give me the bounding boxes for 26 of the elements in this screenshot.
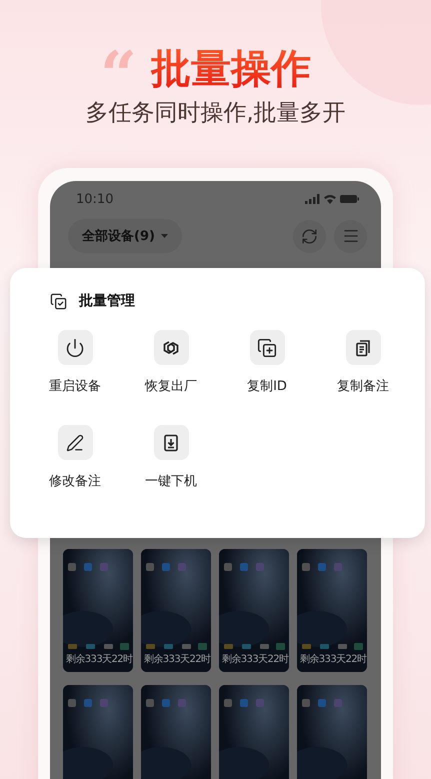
quote-mark: “ — [100, 44, 137, 84]
power-icon — [65, 338, 85, 358]
action-button[interactable]: 修改备注 — [27, 425, 123, 490]
download-icon — [161, 432, 181, 452]
action-button[interactable]: 一键下机 — [123, 425, 219, 490]
documents-icon — [353, 338, 373, 358]
pen-icon — [66, 434, 84, 452]
action-button[interactable]: 重启设备 — [27, 330, 123, 395]
remaining-time: 剩余333天22时 — [66, 652, 132, 666]
action-button[interactable]: 恢复出厂 — [123, 330, 219, 395]
refresh-icon — [301, 228, 318, 244]
batch-select-icon — [50, 292, 67, 310]
status-time: 10:10 — [76, 192, 114, 206]
action-button[interactable]: 复制ID — [219, 330, 315, 395]
refresh-button[interactable] — [293, 220, 326, 252]
status-icons — [305, 193, 359, 205]
remaining-time: 剩余333天22时 — [144, 652, 210, 666]
copy-plus-icon — [257, 338, 277, 358]
menu-icon — [342, 227, 360, 245]
panel-title: 批量管理 — [79, 292, 135, 310]
caret-icon — [160, 234, 168, 238]
subtitle: 多任务同时操作,批量多开 — [85, 99, 346, 128]
action-button[interactable]: 复制备注 — [315, 330, 411, 395]
remaining-time: 剩余333天22时 — [300, 652, 366, 666]
remaining-time: 剩余333天22时 — [222, 652, 288, 666]
menu-button[interactable] — [334, 220, 367, 252]
